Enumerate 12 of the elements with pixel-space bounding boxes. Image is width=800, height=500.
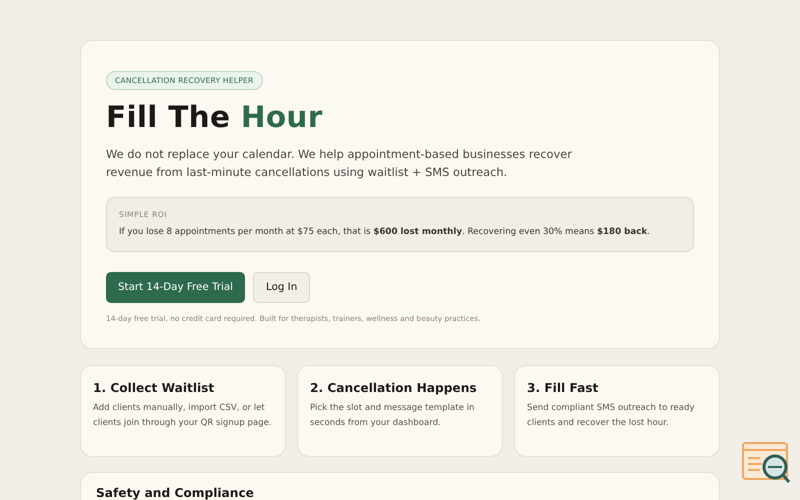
step-description: Pick the slot and message template in seconds from your dashboard. <box>310 402 476 430</box>
page-title: Fill The Hour <box>106 101 324 136</box>
roi-text: If you lose 8 appointments per month at $75 each, that is $600 lost monthly. Recovering even 30% means $180 back. <box>119 226 651 239</box>
step-description: Add clients manually, import CSV, or let clients join through your QR signup page. <box>93 402 273 430</box>
login-button[interactable]: Log In <box>253 272 310 303</box>
step-title: 2. Cancellation Happens <box>310 380 478 397</box>
step-title: 3. Fill Fast <box>527 380 600 397</box>
trial-button[interactable]: Start 14-Day Free Trial <box>106 272 246 303</box>
section-heading: Safety and Compliance <box>96 484 255 500</box>
step-description: Send compliant SMS outreach to ready clients and recover the lost hour. <box>527 402 696 430</box>
step-title: 1. Collect Waitlist <box>93 380 216 397</box>
intro-text: We do not replace your calendar. We help appointment-based businesses recover revenue from last-minute cancellations using waitlist + SMS outreach. <box>106 146 573 182</box>
